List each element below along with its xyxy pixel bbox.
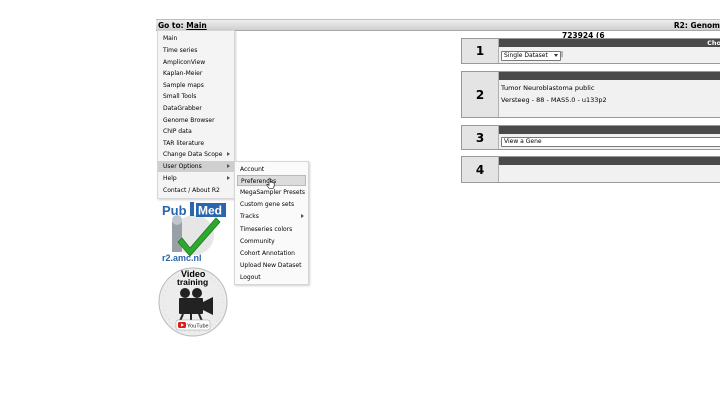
menu-item-time-series[interactable]: Time series <box>158 45 234 56</box>
analysis-type-select[interactable]: View a Gene <box>501 137 720 147</box>
menu-item-ampliconview[interactable]: AmpliconView <box>158 57 234 68</box>
dataset-details: Versteeg - 88 - MAS5.0 - u133p2 <box>501 96 607 104</box>
submenu-item-cohort-annotation[interactable]: Cohort Annotation <box>235 248 308 259</box>
step-header-bar <box>499 126 720 134</box>
submenu-arrow-icon <box>301 214 304 218</box>
submenu-arrow-icon <box>227 176 230 180</box>
submenu-item-upload-new-dataset[interactable]: Upload New Dataset <box>235 260 308 271</box>
menu-item-genome-browser[interactable]: Genome Browser <box>158 115 234 126</box>
submenu-arrow-icon <box>227 164 230 168</box>
menu-item-label: Sample maps <box>163 82 204 89</box>
step-number: 2 <box>462 72 499 117</box>
top-navigation-bar: Go to: Main R2: Genom <box>156 19 720 31</box>
submenu-item-tracks[interactable]: Tracks <box>235 211 308 222</box>
menu-item-label: AmpliconView <box>163 59 206 66</box>
dataset-type-select[interactable]: Single Dataset <box>501 51 561 61</box>
dataset-name[interactable]: Tumor Neuroblastoma public <box>501 84 594 92</box>
menu-item-tar-literature[interactable]: TAR literature <box>158 138 234 149</box>
step-2-panel: 2 Tumor Neuroblastoma public Versteeg - … <box>461 71 720 118</box>
menu-item-sample-maps[interactable]: Sample maps <box>158 80 234 91</box>
menu-item-label: Small Tools <box>163 93 197 100</box>
step-number: 3 <box>462 126 499 149</box>
select-value: View a Gene <box>504 138 542 145</box>
menu-item-label: DataGrabber <box>163 105 202 112</box>
r2-url-caption: r2.amc.nl <box>162 253 202 262</box>
menu-item-kaplan-meier[interactable]: Kaplan-Meier <box>158 68 234 79</box>
step-4-panel: 4 <box>461 156 720 183</box>
submenu-arrow-icon <box>227 152 230 156</box>
menu-item-label: Help <box>163 175 177 182</box>
step-header-bar: Cho <box>499 39 720 47</box>
submenu-item-timeseries-colors[interactable]: Timeseries colors <box>235 224 308 235</box>
app-title: R2: Genom <box>673 21 720 30</box>
pubmed-med-text: Med <box>198 204 222 218</box>
goto-prefix: Go to: <box>158 21 184 30</box>
submenu-item-label: Account <box>240 166 265 173</box>
menu-item-label: TAR literature <box>163 140 205 147</box>
menu-item-label: Main <box>163 35 178 42</box>
step-1-panel: 1 Cho Single Dataset | <box>461 38 720 64</box>
menu-item-datagrabber[interactable]: DataGrabber <box>158 103 234 114</box>
submenu-item-account[interactable]: Account <box>235 164 308 175</box>
stack-figure <box>172 222 182 252</box>
menu-item-main[interactable]: Main <box>158 33 234 44</box>
video-training-logo[interactable]: Video training YouTube <box>157 266 229 338</box>
menu-item-small-tools[interactable]: Small Tools <box>158 91 234 102</box>
hand-pointer-icon <box>266 178 275 189</box>
select-value: Single Dataset <box>504 52 548 59</box>
goto-main-link[interactable]: Main <box>186 21 206 30</box>
menu-item-user-options[interactable]: User Options <box>158 161 234 172</box>
chevron-down-icon <box>554 54 558 57</box>
step-number: 4 <box>462 157 499 182</box>
goto-dropdown-menu: Main Time series AmpliconView Kaplan-Mei… <box>157 30 235 199</box>
submenu-item-label: Timeseries colors <box>240 226 293 233</box>
menu-item-label: User Options <box>163 163 202 170</box>
youtube-text: YouTube <box>187 324 209 330</box>
submenu-item-custom-gene-sets[interactable]: Custom gene sets <box>235 199 308 210</box>
submenu-item-label: Upload New Dataset <box>240 262 302 269</box>
submenu-item-label: Logout <box>240 274 261 281</box>
submenu-item-label: Custom gene sets <box>240 201 295 208</box>
menu-item-label: ChIP data <box>163 128 192 135</box>
figure-head <box>172 215 182 225</box>
menu-item-help[interactable]: Help <box>158 173 234 184</box>
menu-item-label: Time series <box>163 47 198 54</box>
menu-item-label: Genome Browser <box>163 117 215 124</box>
menu-item-label: Change Data Scope <box>163 151 223 158</box>
submenu-item-label: Cohort Annotation <box>240 250 295 257</box>
submenu-item-label: Community <box>240 238 275 245</box>
submenu-item-logout[interactable]: Logout <box>235 272 308 283</box>
pubmed-pub-text: Pub <box>162 203 187 218</box>
training-label: training <box>177 277 208 287</box>
submenu-item-label: Tracks <box>240 213 259 220</box>
step-header-bar <box>499 72 720 80</box>
goto-label: Go to: Main <box>158 21 207 30</box>
pubmed-logo[interactable]: Pub Med r2.amc.nl <box>160 200 228 262</box>
submenu-item-community[interactable]: Community <box>235 236 308 247</box>
menu-item-label: Contact / About R2 <box>163 187 220 194</box>
pubmed-divider <box>190 202 194 216</box>
menu-item-change-data-scope[interactable]: Change Data Scope <box>158 149 234 160</box>
step-header-bar <box>499 157 720 165</box>
menu-item-contact-about[interactable]: Contact / About R2 <box>158 185 234 196</box>
step-3-panel: 3 View a Gene <box>461 125 720 150</box>
menu-item-chip-data[interactable]: ChIP data <box>158 126 234 137</box>
step-number: 1 <box>462 39 499 63</box>
separator: | <box>561 51 564 58</box>
menu-item-label: Kaplan-Meier <box>163 70 203 77</box>
step-header-text: Cho <box>707 39 720 47</box>
